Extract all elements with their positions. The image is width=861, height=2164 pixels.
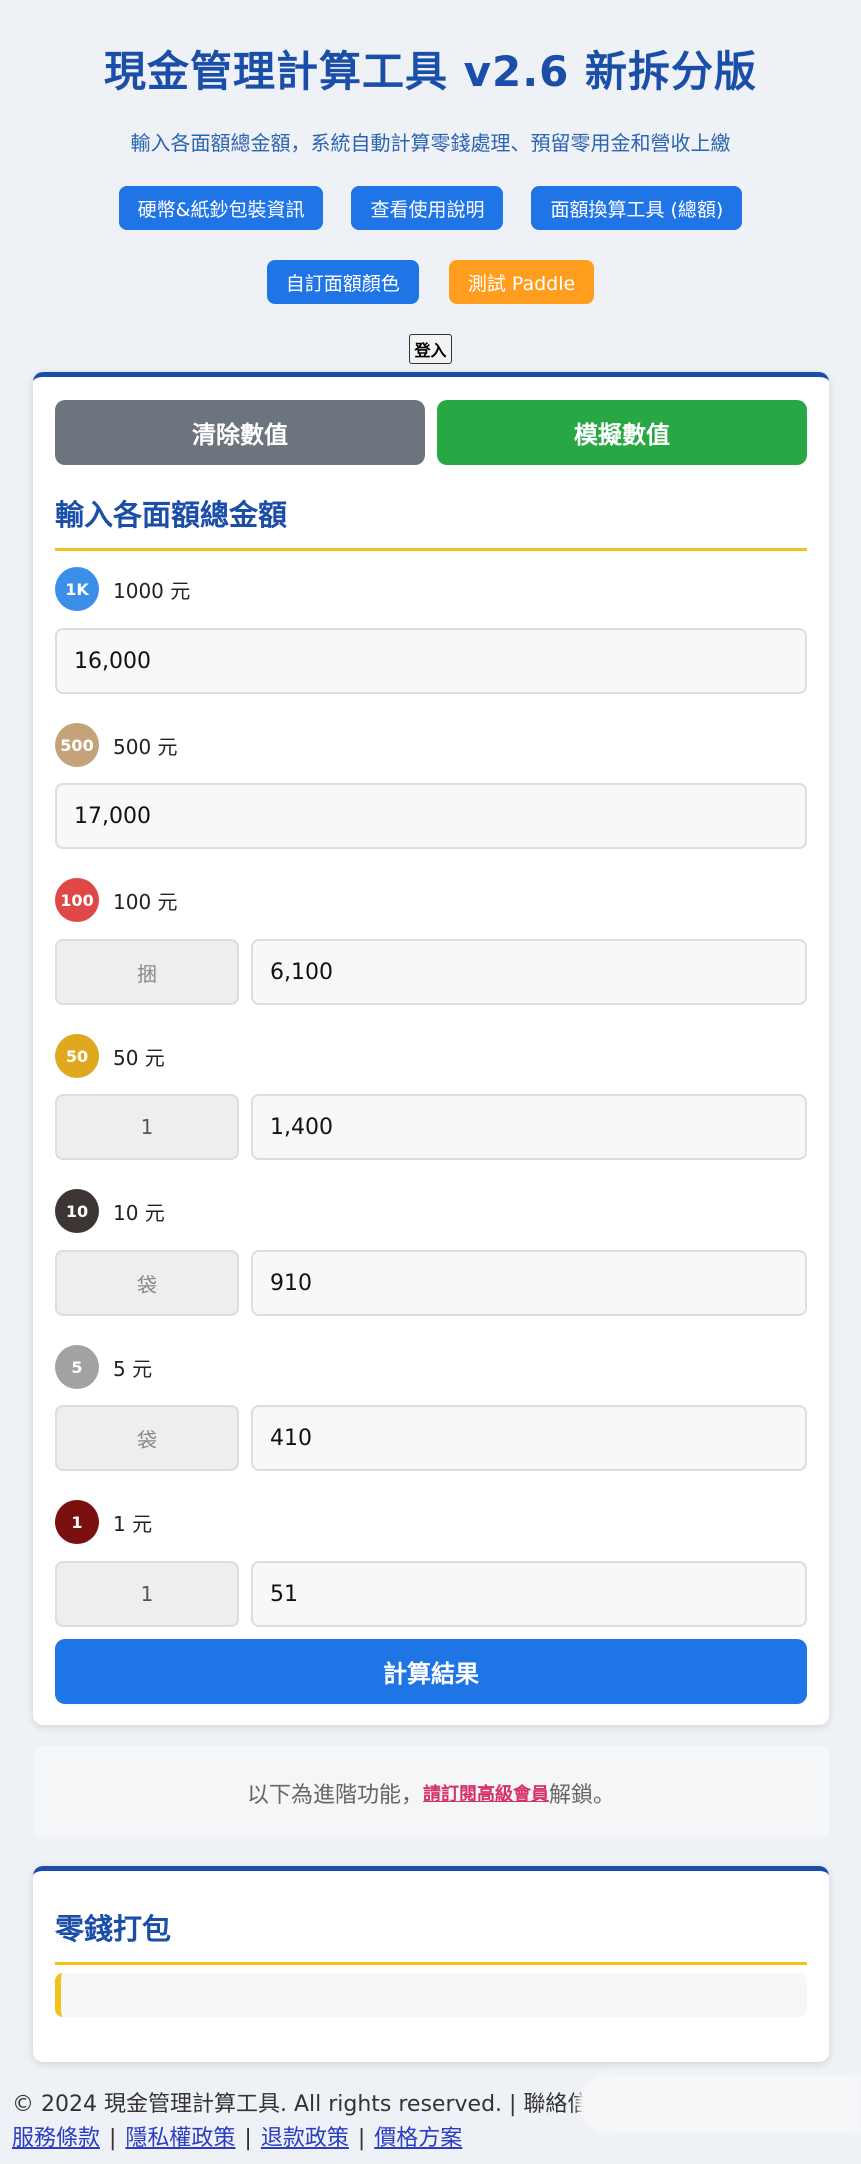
login-button[interactable]: 登入 bbox=[409, 334, 452, 364]
amount-input-50[interactable]: 1,400 bbox=[251, 1094, 807, 1160]
denomination-5: 5 5 元 袋 410 bbox=[55, 1345, 807, 1471]
packing-result-box bbox=[55, 1973, 807, 2017]
page-title: 現金管理計算工具 v2.6 新拆分版 bbox=[103, 47, 758, 96]
toolbar-row-1: 硬幣&紙鈔包裝資訊 查看使用說明 面額換算工具 (總額) bbox=[0, 186, 861, 230]
denomination-10: 10 10 元 袋 910 bbox=[55, 1189, 807, 1316]
denomination-label: 1000 元 bbox=[113, 578, 191, 603]
amount-input-5[interactable]: 410 bbox=[251, 1405, 807, 1471]
unit-input-1[interactable]: 1 bbox=[55, 1561, 239, 1627]
refund-link[interactable]: 退款政策 bbox=[261, 2126, 349, 2151]
denomination-50: 50 50 元 1 1,400 bbox=[55, 1034, 807, 1160]
page-subtitle: 輸入各面額總金額，系統自動計算零錢處理、預留零用金和營收上繳 bbox=[130, 131, 731, 155]
unit-input-100[interactable]: 捆 bbox=[55, 939, 239, 1005]
clear-values-button[interactable]: 清除數值 bbox=[55, 400, 425, 465]
privacy-link[interactable]: 隱私權政策 bbox=[125, 2126, 235, 2151]
amount-input-1000[interactable]: 16,000 bbox=[55, 628, 807, 694]
denomination-1: 1 1 元 1 51 bbox=[55, 1500, 807, 1627]
pricing-link[interactable]: 價格方案 bbox=[374, 2126, 462, 2151]
unit-input-5[interactable]: 袋 bbox=[55, 1405, 239, 1471]
simulate-values-button[interactable]: 模擬數值 bbox=[437, 400, 807, 465]
amount-input-10[interactable]: 910 bbox=[251, 1250, 807, 1316]
footer-links: 服務條款 | 隱私權政策 | 退款政策 | 價格方案 bbox=[12, 2126, 463, 2151]
input-card: 清除數值 模擬數值 輸入各面額總金額 1K 1000 元 16,000 500 … bbox=[33, 372, 829, 1725]
packing-section-title: 零錢打包 bbox=[55, 1906, 807, 1965]
toolbar-row-2: 自訂面額顏色 測試 Paddle bbox=[0, 260, 861, 304]
denomination-converter-button[interactable]: 面額換算工具 (總額) bbox=[531, 186, 743, 230]
denomination-label: 100 元 bbox=[113, 889, 178, 914]
packaging-info-button[interactable]: 硬幣&紙鈔包裝資訊 bbox=[118, 186, 324, 230]
footer: © 2024 現金管理計算工具. All rights reserved. | … bbox=[12, 2088, 633, 2156]
denomination-label: 50 元 bbox=[113, 1045, 165, 1070]
amount-input-1[interactable]: 51 bbox=[251, 1561, 807, 1627]
denomination-1000-icon: 1K bbox=[55, 567, 99, 611]
denomination-label: 1 元 bbox=[113, 1511, 153, 1536]
usage-guide-button[interactable]: 查看使用說明 bbox=[351, 186, 504, 230]
denomination-5-icon: 5 bbox=[55, 1345, 99, 1389]
terms-link[interactable]: 服務條款 bbox=[12, 2126, 100, 2151]
action-row: 清除數值 模擬數值 bbox=[55, 400, 807, 465]
page-header: 現金管理計算工具 v2.6 新拆分版 輸入各面額總金額，系統自動計算零錢處理、預… bbox=[0, 0, 861, 364]
notice-prefix: 以下為進階功能， bbox=[246, 1782, 423, 1808]
unit-input-50[interactable]: 1 bbox=[55, 1094, 239, 1160]
denomination-50-icon: 50 bbox=[55, 1034, 99, 1078]
calculate-button[interactable]: 計算結果 bbox=[55, 1639, 807, 1704]
denomination-label: 500 元 bbox=[113, 734, 178, 759]
denomination-100-icon: 100 bbox=[55, 878, 99, 922]
notice-suffix: 解鎖。 bbox=[549, 1782, 616, 1808]
custom-color-button[interactable]: 自訂面額顏色 bbox=[266, 260, 419, 304]
denomination-500-icon: 500 bbox=[55, 723, 99, 767]
test-paddle-button[interactable]: 測試 Paddle bbox=[448, 260, 595, 304]
denomination-100: 100 100 元 捆 6,100 bbox=[55, 878, 807, 1005]
denomination-label: 10 元 bbox=[113, 1200, 165, 1225]
denomination-label: 5 元 bbox=[113, 1356, 153, 1381]
subscribe-link[interactable]: 請訂閱高級會員 bbox=[423, 1780, 549, 1806]
denomination-10-icon: 10 bbox=[55, 1189, 99, 1233]
redacted-email bbox=[578, 2074, 861, 2134]
input-section-title: 輸入各面額總金額 bbox=[55, 492, 807, 551]
amount-input-500[interactable]: 17,000 bbox=[55, 783, 807, 849]
unit-input-10[interactable]: 袋 bbox=[55, 1250, 239, 1316]
denomination-1-icon: 1 bbox=[55, 1500, 99, 1544]
footer-copyright: © 2024 現金管理計算工具. All rights reserved. | … bbox=[12, 2092, 634, 2117]
premium-notice: 以下為進階功能， 請訂閱高級會員 解鎖。 bbox=[33, 1746, 829, 1839]
packing-card: 零錢打包 bbox=[33, 1866, 829, 2062]
denomination-1000: 1K 1000 元 16,000 bbox=[55, 567, 807, 694]
denomination-500: 500 500 元 17,000 bbox=[55, 723, 807, 849]
amount-input-100[interactable]: 6,100 bbox=[251, 939, 807, 1005]
